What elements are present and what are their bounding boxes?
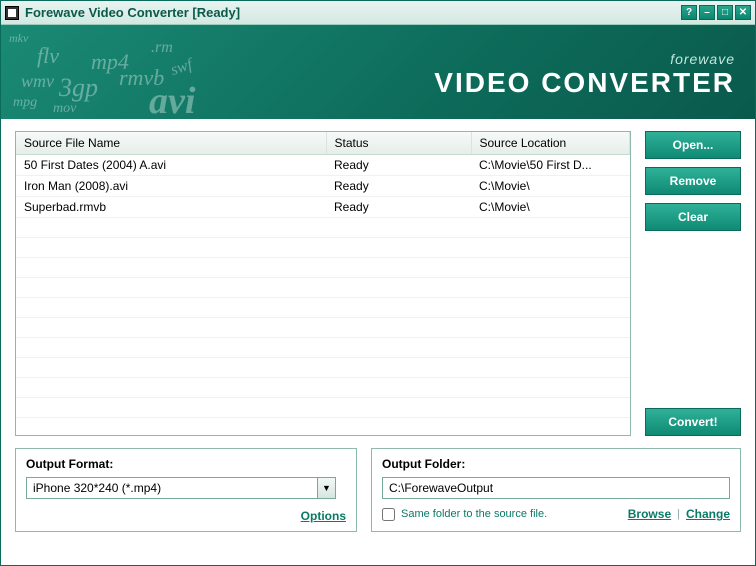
output-folder-title: Output Folder:	[382, 457, 730, 471]
table-row	[16, 378, 630, 398]
cell-name	[16, 278, 326, 298]
table-row[interactable]: Superbad.rmvbReadyC:\Movie\	[16, 197, 630, 218]
close-button[interactable]: ✕	[735, 5, 751, 20]
cell-status	[326, 378, 471, 398]
output-format-value: iPhone 320*240 (*.mp4)	[27, 481, 317, 495]
open-button[interactable]: Open...	[645, 131, 741, 159]
brand-small: forewave	[434, 51, 735, 67]
cell-status: Ready	[326, 155, 471, 176]
app-icon	[5, 6, 19, 20]
cell-name	[16, 318, 326, 338]
brand-large: VIDEO CONVERTER	[434, 67, 735, 99]
cell-location	[471, 298, 630, 318]
cell-name: 50 First Dates (2004) A.avi	[16, 155, 326, 176]
cell-name	[16, 378, 326, 398]
cell-status	[326, 258, 471, 278]
content-area: Source File Name Status Source Location …	[1, 119, 755, 565]
cell-status	[326, 318, 471, 338]
banner: flv mp4 .rm wmv 3gp rmvb swf avi mpg mov…	[1, 25, 755, 119]
cell-status: Ready	[326, 176, 471, 197]
help-button[interactable]: ?	[681, 5, 697, 20]
cell-name	[16, 358, 326, 378]
cell-name	[16, 298, 326, 318]
cell-status	[326, 398, 471, 418]
table-row	[16, 238, 630, 258]
cell-location	[471, 398, 630, 418]
cell-location: C:\Movie\	[471, 197, 630, 218]
output-folder-input[interactable]	[382, 477, 730, 499]
col-header-location[interactable]: Source Location	[471, 132, 630, 155]
cell-location	[471, 238, 630, 258]
app-window: Forewave Video Converter [Ready] ? – □ ✕…	[0, 0, 756, 566]
cell-location	[471, 338, 630, 358]
table-row	[16, 338, 630, 358]
cell-status	[326, 238, 471, 258]
cell-location: C:\Movie\50 First D...	[471, 155, 630, 176]
cell-name	[16, 338, 326, 358]
cell-status	[326, 278, 471, 298]
table-row	[16, 318, 630, 338]
table-row[interactable]: 50 First Dates (2004) A.aviReadyC:\Movie…	[16, 155, 630, 176]
cell-status	[326, 298, 471, 318]
output-folder-panel: Output Folder: Same folder to the source…	[371, 448, 741, 532]
table-row	[16, 298, 630, 318]
table-row	[16, 258, 630, 278]
cell-location	[471, 318, 630, 338]
output-format-panel: Output Format: iPhone 320*240 (*.mp4) ▼ …	[15, 448, 357, 532]
cell-name	[16, 258, 326, 278]
cell-status	[326, 338, 471, 358]
cell-name: Iron Man (2008).avi	[16, 176, 326, 197]
maximize-button[interactable]: □	[717, 5, 733, 20]
clear-button[interactable]: Clear	[645, 203, 741, 231]
file-grid[interactable]: Source File Name Status Source Location …	[15, 131, 631, 436]
options-link[interactable]: Options	[301, 509, 346, 523]
cell-location	[471, 258, 630, 278]
browse-link[interactable]: Browse	[628, 507, 671, 521]
cell-location	[471, 378, 630, 398]
titlebar: Forewave Video Converter [Ready] ? – □ ✕	[1, 1, 755, 25]
cell-location	[471, 278, 630, 298]
col-header-name[interactable]: Source File Name	[16, 132, 326, 155]
banner-logo: forewave VIDEO CONVERTER	[434, 51, 735, 99]
output-format-title: Output Format:	[26, 457, 346, 471]
same-folder-checkbox[interactable]	[382, 508, 395, 521]
cell-name	[16, 238, 326, 258]
table-row	[16, 218, 630, 238]
convert-button[interactable]: Convert!	[645, 408, 741, 436]
cell-status	[326, 358, 471, 378]
minimize-button[interactable]: –	[699, 5, 715, 20]
table-row	[16, 398, 630, 418]
col-header-status[interactable]: Status	[326, 132, 471, 155]
cell-name: Superbad.rmvb	[16, 197, 326, 218]
side-buttons: Open... Remove Clear Convert!	[645, 131, 741, 436]
separator: |	[677, 508, 680, 520]
output-format-select[interactable]: iPhone 320*240 (*.mp4) ▼	[26, 477, 336, 499]
table-row	[16, 278, 630, 298]
cell-location: C:\Movie\	[471, 176, 630, 197]
cell-status	[326, 218, 471, 238]
window-title: Forewave Video Converter [Ready]	[25, 5, 679, 20]
cell-status: Ready	[326, 197, 471, 218]
cell-name	[16, 398, 326, 418]
banner-decor: flv mp4 .rm wmv 3gp rmvb swf avi mpg mov…	[1, 25, 281, 119]
change-link[interactable]: Change	[686, 507, 730, 521]
table-row	[16, 358, 630, 378]
cell-name	[16, 218, 326, 238]
cell-location	[471, 358, 630, 378]
top-row: Source File Name Status Source Location …	[15, 131, 741, 436]
same-folder-label: Same folder to the source file.	[401, 508, 547, 520]
table-row[interactable]: Iron Man (2008).aviReadyC:\Movie\	[16, 176, 630, 197]
bottom-row: Output Format: iPhone 320*240 (*.mp4) ▼ …	[15, 448, 741, 532]
remove-button[interactable]: Remove	[645, 167, 741, 195]
cell-location	[471, 218, 630, 238]
chevron-down-icon: ▼	[317, 478, 335, 498]
